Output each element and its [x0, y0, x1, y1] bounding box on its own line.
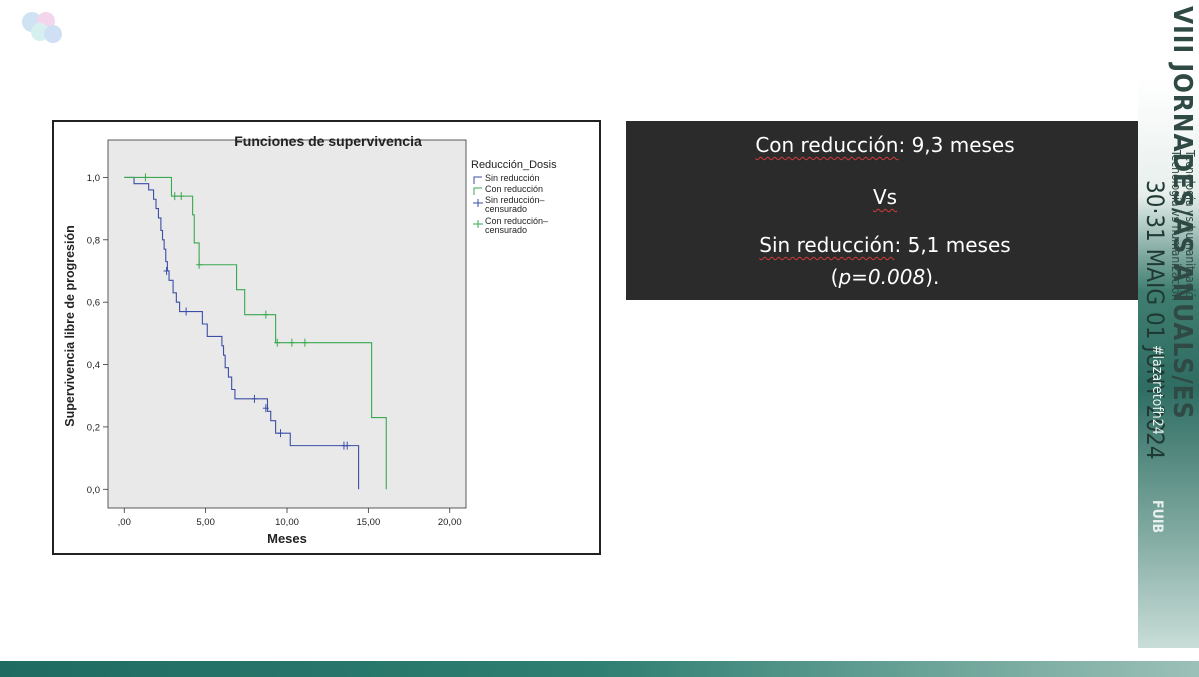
- result-line-con: Con reducción: 9,3 meses: [626, 133, 1144, 157]
- y-tick-label: 0,8: [87, 235, 100, 246]
- survival-chart: 0,0 0,2 0,4 0,6 0,8 1,0 ,00 5,00 10,00 15,00 20,00…: [52, 120, 601, 555]
- x-tick-label: 10,00: [275, 517, 299, 528]
- legend-item: Sin reducción–censurado: [473, 195, 545, 214]
- result-line-p: (p=0.008).: [626, 265, 1144, 289]
- bottom-bar: [0, 661, 1199, 677]
- legend-item: Con reducción–censurado: [473, 216, 548, 235]
- p-close: ).: [925, 265, 940, 289]
- legend-label: Con reducción: [485, 184, 543, 194]
- y-tick-label: 0,4: [87, 360, 100, 371]
- legend-item: Sin reducción: [473, 173, 540, 184]
- vs-label: Vs: [872, 185, 898, 209]
- y-tick-label: 0,6: [87, 298, 100, 309]
- x-tick-label: 5,00: [196, 517, 215, 528]
- legend: Reducción_Dosis Sin reducciónCon reducci…: [471, 159, 557, 235]
- label-con-reduccion: Con reducción: [755, 133, 899, 157]
- p-value: p=0.008: [838, 265, 926, 289]
- banner-org: FUIB: [1149, 500, 1165, 534]
- y-tick-label: 0,0: [87, 485, 100, 496]
- banner-hashtag: #lazaretofh24: [1149, 345, 1165, 435]
- chart-svg: 0,0 0,2 0,4 0,6 0,8 1,0 ,00 5,00 10,00 15,00 20,00…: [63, 133, 557, 546]
- x-tick-label: 15,00: [356, 517, 380, 528]
- y-tick-label: 0,2: [87, 422, 100, 433]
- legend-item: Con reducción: [473, 184, 543, 195]
- legend-marker: [473, 187, 482, 195]
- plot-area: [107, 139, 467, 509]
- chart-title: Funciones de supervivencia: [234, 133, 422, 149]
- x-tick-label: ,00: [118, 517, 131, 528]
- label-sin-reduccion: Sin reducción: [759, 233, 895, 257]
- value-sin-reduccion: : 5,1 meses: [894, 233, 1011, 257]
- legend-title: Reducción_Dosis: [471, 159, 557, 171]
- result-line-sin: Sin reducción: 5,1 meses: [626, 233, 1144, 257]
- banner-subtitle-es: Tecnología vs humanización: [1169, 150, 1183, 301]
- banner-subtitle-ca: Tecnologia vs humanització: [1183, 150, 1197, 299]
- y-tick-label: 1,0: [87, 173, 100, 184]
- legend-label: censurado: [485, 204, 527, 214]
- legend-label: Sin reducción: [485, 173, 540, 183]
- value-con-reduccion: : 9,3 meses: [898, 133, 1015, 157]
- y-axis-label: Supervivencia libre de progresión: [63, 225, 77, 426]
- logo-bubbles-icon: [22, 12, 62, 43]
- result-box: Con reducción: 9,3 meses Vs Sin reducció…: [626, 121, 1144, 300]
- result-line-vs: Vs: [626, 185, 1144, 209]
- x-tick-label: 20,00: [438, 517, 462, 528]
- x-axis-label: Meses: [267, 531, 307, 546]
- conference-banner: VIII JORNADES/AS ANUALS/ES Tecnologia vs…: [1138, 0, 1199, 648]
- legend-marker: [473, 176, 482, 184]
- legend-label: censurado: [485, 225, 527, 235]
